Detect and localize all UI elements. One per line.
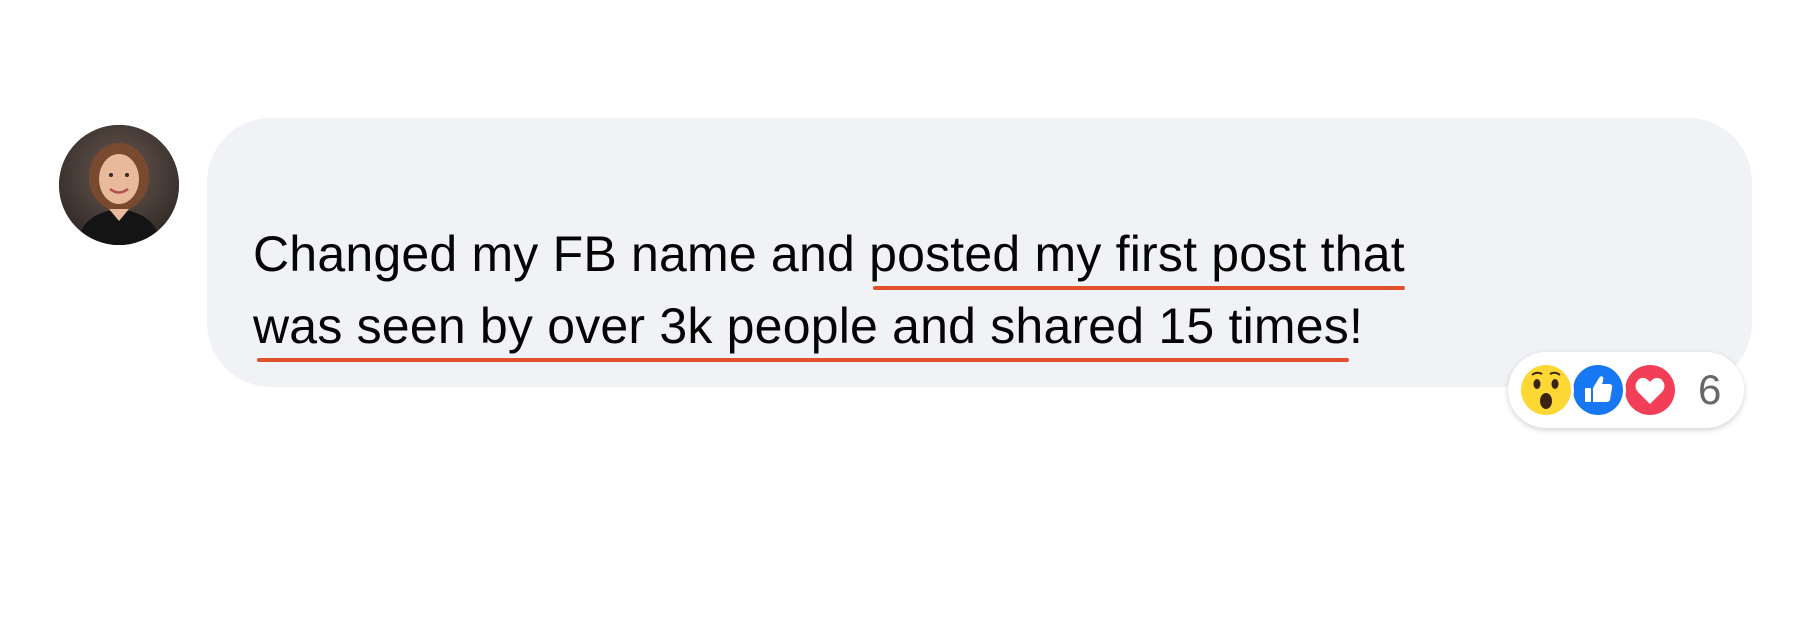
avatar[interactable] (59, 125, 179, 245)
comment-text-tail: ! (1348, 298, 1364, 354)
like-reaction-icon (1568, 360, 1628, 420)
highlighted-text: was seen by over 3k people and shared 15… (253, 290, 1349, 362)
reactions-summary[interactable]: 6 (1508, 352, 1744, 428)
comment-text-plain: Changed my FB name and (253, 226, 870, 282)
love-reaction-icon (1620, 360, 1680, 420)
reaction-count: 6 (1698, 366, 1722, 413)
comment-text: Changed my FB name and posted my first p… (253, 218, 1673, 362)
comment-line-2: was seen by over 3k people and shared 15… (253, 290, 1673, 362)
highlighted-text: posted my first post that (869, 218, 1405, 290)
profile-photo (59, 125, 179, 245)
comment-line-1: Changed my FB name and posted my first p… (253, 218, 1673, 290)
wow-reaction-icon (1516, 360, 1576, 420)
